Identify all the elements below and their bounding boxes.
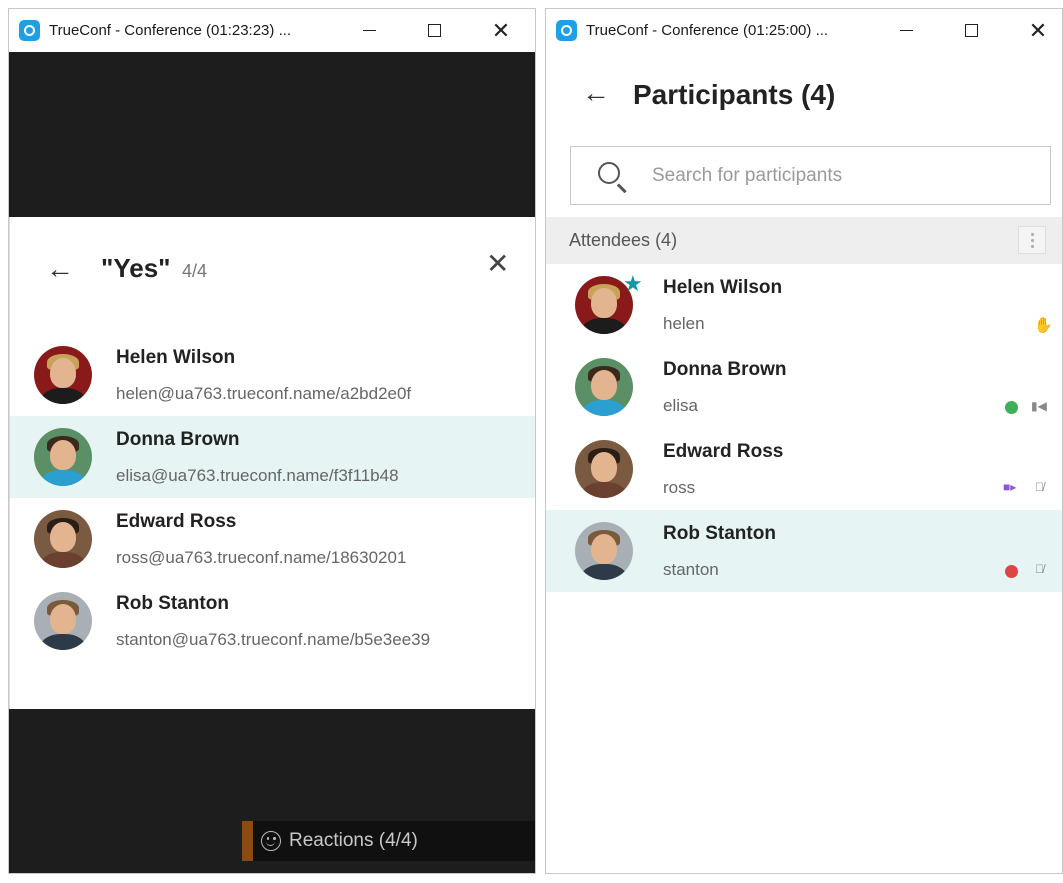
back-arrow-icon[interactable]: ← — [46, 255, 74, 283]
participant-row[interactable]: Donna Brown elisa ▮◀ — [546, 346, 1062, 428]
popup-header: ← "Yes" 4/4 ✕ — [10, 245, 535, 295]
title-bar[interactable]: TrueConf - Conference (01:25:00) ... ✕ — [546, 9, 1062, 52]
minimize-button[interactable] — [346, 9, 392, 52]
status-red-icon — [1005, 565, 1018, 578]
window-title: TrueConf - Conference (01:25:00) ... — [586, 22, 829, 39]
smile-icon — [261, 831, 281, 851]
close-window-button[interactable]: ✕ — [478, 9, 524, 52]
participant-login: ross — [663, 478, 696, 497]
reaction-detail-popup: ← "Yes" 4/4 ✕ Helen Wilson helen@ua763.t… — [9, 217, 535, 709]
search-input[interactable]: Search for participants — [570, 146, 1051, 205]
avatar — [575, 440, 633, 498]
mic-muted-icon: 🎙̸ — [1035, 562, 1044, 576]
search-placeholder: Search for participants — [652, 165, 843, 186]
participant-login: helen — [663, 314, 705, 333]
participant-address: stanton@ua763.trueconf.name/b5e3ee39 — [116, 630, 431, 649]
avatar — [34, 346, 92, 404]
share-screen-icon: ■▸ — [1003, 480, 1017, 494]
mic-muted-icon: 🎙̸ — [1035, 480, 1044, 494]
back-arrow-icon[interactable]: ← — [582, 79, 610, 107]
maximize-button[interactable] — [948, 9, 994, 52]
conference-window-left: TrueConf - Conference (01:23:23) ... ✕ ←… — [8, 8, 536, 874]
popup-count: 4/4 — [182, 261, 208, 281]
avatar — [575, 522, 633, 580]
camera-off-icon: ▮◀ — [1031, 399, 1047, 413]
participant-row[interactable]: Edward Ross ross ■▸ 🎙̸ — [546, 428, 1062, 510]
attendees-section-header[interactable]: Attendees (4) — [546, 217, 1062, 264]
participant-name: Rob Stanton — [663, 523, 776, 544]
participant-name: Edward Ross — [116, 511, 237, 532]
maximize-button[interactable] — [411, 9, 457, 52]
popup-title: "Yes" — [101, 253, 171, 283]
participant-name: Rob Stanton — [116, 593, 229, 614]
participant-address: ross@ua763.trueconf.name/18630201 — [116, 548, 407, 567]
conference-window-right: TrueConf - Conference (01:25:00) ... ✕ ←… — [545, 8, 1063, 874]
participant-address: elisa@ua763.trueconf.name/f3f11b48 — [116, 466, 399, 485]
participant-name: Edward Ross — [663, 441, 784, 462]
avatar — [575, 358, 633, 416]
video-area-top — [9, 52, 535, 217]
close-popup-button[interactable]: ✕ — [486, 247, 509, 280]
reactions-label: Reactions (4/4) — [289, 830, 418, 851]
participant-name: Donna Brown — [116, 429, 240, 450]
minimize-button[interactable] — [883, 9, 929, 52]
list-item[interactable]: Edward Ross ross@ua763.trueconf.name/186… — [10, 498, 535, 580]
participant-row[interactable]: Rob Stanton stanton 🎙̸ — [546, 510, 1062, 592]
participant-login: elisa — [663, 396, 698, 415]
trueconf-app-icon — [19, 20, 40, 41]
owner-star-icon: ★ — [623, 271, 643, 296]
list-item[interactable]: Rob Stanton stanton@ua763.trueconf.name/… — [10, 580, 535, 662]
list-item[interactable]: Donna Brown elisa@ua763.trueconf.name/f3… — [10, 416, 535, 498]
status-green-icon — [1005, 401, 1018, 414]
section-label: Attendees (4) — [569, 230, 678, 250]
avatar — [34, 510, 92, 568]
more-options-icon[interactable] — [1018, 226, 1046, 254]
title-bar[interactable]: TrueConf - Conference (01:23:23) ... ✕ — [9, 9, 535, 52]
avatar — [34, 428, 92, 486]
page-title: Participants (4) — [633, 79, 836, 110]
list-item[interactable]: Helen Wilson helen@ua763.trueconf.name/a… — [10, 334, 535, 416]
participant-name: Donna Brown — [663, 359, 787, 380]
reactions-button[interactable]: Reactions (4/4) — [242, 821, 535, 861]
window-title: TrueConf - Conference (01:23:23) ... — [49, 22, 292, 39]
participant-name: Helen Wilson — [663, 277, 783, 298]
participant-address: helen@ua763.trueconf.name/a2bd2e0f — [116, 384, 412, 403]
participant-login: stanton — [663, 560, 719, 579]
hand-raised-icon: ✋ — [1034, 317, 1053, 334]
participant-name: Helen Wilson — [116, 347, 236, 368]
search-icon — [598, 162, 620, 184]
avatar — [34, 592, 92, 650]
trueconf-app-icon — [556, 20, 577, 41]
close-window-button[interactable]: ✕ — [1015, 9, 1061, 52]
